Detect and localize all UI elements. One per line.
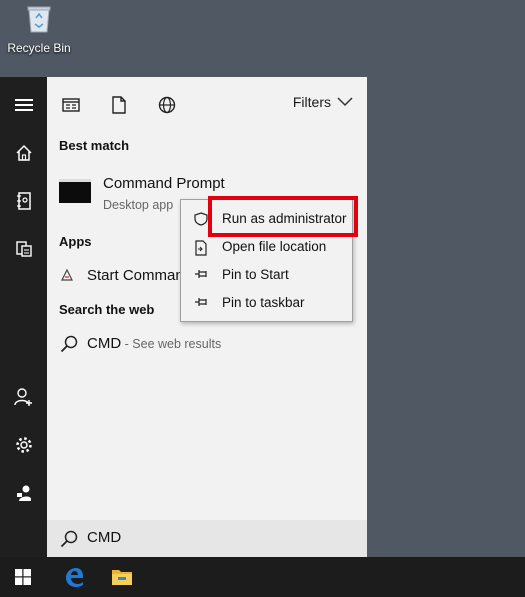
search-icon: [60, 530, 78, 548]
notebook-button[interactable]: [0, 181, 47, 221]
documents-filter-button[interactable]: [104, 91, 134, 119]
highlight-box: [208, 196, 358, 237]
hamburger-menu-button[interactable]: [0, 85, 47, 125]
documents-button[interactable]: [0, 229, 47, 269]
edge-taskbar-button[interactable]: [51, 557, 97, 597]
recycle-bin-icon: [27, 6, 51, 33]
add-user-icon: [13, 388, 32, 406]
filters-label: Filters: [292, 94, 331, 110]
apps-filter-button[interactable]: [56, 91, 86, 119]
filters-dropdown[interactable]: Filters: [293, 94, 353, 110]
start-left-rail: [0, 77, 47, 557]
home-icon: [15, 144, 32, 161]
chevron-down-icon: [337, 97, 353, 107]
search-box[interactable]: [47, 520, 367, 557]
web-filter-button[interactable]: [152, 91, 182, 119]
search-input[interactable]: [87, 529, 337, 546]
recycle-bin-label: Recycle Bin: [7, 41, 71, 55]
taskbar: [0, 557, 525, 597]
pin-to-start-item[interactable]: Pin to Start: [181, 261, 352, 289]
pin-to-start-label: Pin to Start: [222, 267, 289, 282]
recycle-bin-desktop-icon[interactable]: Recycle Bin: [6, 4, 72, 55]
documents-icon: [15, 241, 32, 257]
pin-icon: [195, 270, 207, 278]
apps-heading: Apps: [59, 234, 92, 249]
ruby-app-icon: [61, 268, 73, 281]
search-icon: [60, 335, 78, 353]
home-button[interactable]: [0, 133, 47, 173]
search-filter-toolbar: Filters: [47, 77, 367, 133]
open-file-location-label: Open file location: [222, 239, 327, 254]
feedback-button[interactable]: [0, 473, 47, 513]
settings-button[interactable]: [0, 425, 47, 465]
file-explorer-icon: [112, 570, 132, 585]
edge-browser-icon: [66, 568, 83, 587]
pin-to-taskbar-item[interactable]: Pin to taskbar: [181, 289, 352, 317]
hamburger-icon: [14, 99, 33, 111]
best-match-title: Command Prompt: [103, 175, 225, 192]
start-button[interactable]: [0, 557, 46, 597]
best-match-heading: Best match: [59, 138, 130, 153]
open-file-location-item[interactable]: Open file location: [181, 233, 352, 261]
web-result-text: CMD - See web results: [87, 335, 221, 352]
document-icon: [112, 96, 126, 114]
web-query: CMD: [87, 335, 122, 352]
file-explorer-taskbar-button[interactable]: [99, 557, 145, 597]
pin-to-taskbar-label: Pin to taskbar: [222, 295, 305, 310]
best-match-subtitle: Desktop app: [103, 198, 174, 212]
account-button[interactable]: [0, 377, 47, 417]
feedback-icon: [16, 485, 31, 501]
search-web-heading: Search the web: [59, 302, 155, 317]
pin-icon: [195, 298, 207, 306]
folder-location-icon: [195, 240, 207, 256]
apps-window-icon: [62, 98, 80, 112]
notebook-icon: [16, 192, 31, 210]
command-prompt-icon: [59, 179, 91, 203]
windows-logo-icon: [15, 569, 31, 585]
web-result-item[interactable]: CMD - See web results: [47, 331, 367, 357]
globe-icon: [158, 96, 176, 114]
web-results-hint: - See web results: [121, 337, 222, 351]
shield-icon: [194, 212, 208, 226]
gear-icon: [15, 437, 32, 453]
